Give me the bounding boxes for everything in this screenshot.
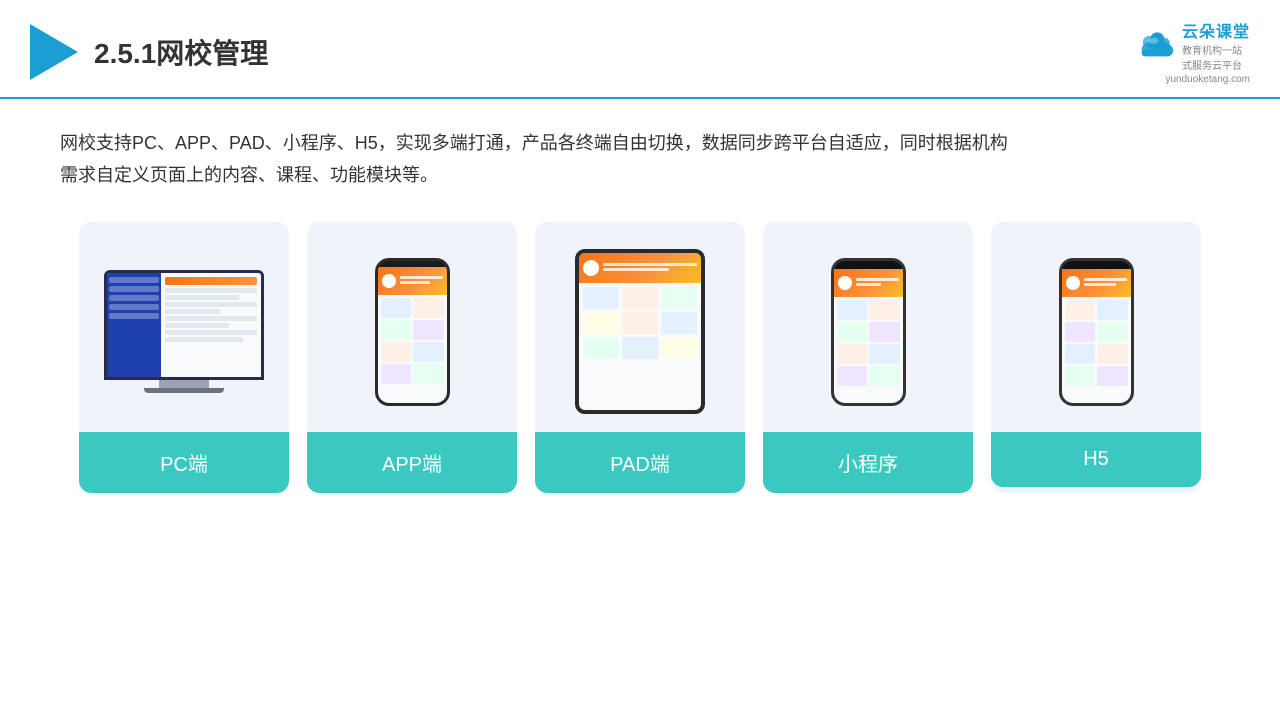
page-title: 2.5.1网校管理 bbox=[94, 32, 268, 72]
card-pad: PAD端 bbox=[535, 222, 745, 493]
card-miniapp-label: 小程序 bbox=[763, 432, 973, 493]
cards-container: PC端 bbox=[60, 222, 1220, 493]
card-app-image bbox=[307, 222, 517, 432]
card-h5-label: H5 bbox=[991, 432, 1201, 487]
logo-icon bbox=[30, 24, 78, 80]
brand-tagline: 教育机构一站式服务云平台 bbox=[1182, 42, 1242, 72]
header: 2.5.1网校管理 云朵课堂 教育机构一站式服务云平台 yunduoketang… bbox=[0, 0, 1280, 99]
card-app: APP端 bbox=[307, 222, 517, 493]
card-app-label: APP端 bbox=[307, 432, 517, 493]
main-content: 网校支持PC、APP、PAD、小程序、H5，实现多端打通，产品各终端自由切换，数… bbox=[0, 99, 1280, 513]
header-left: 2.5.1网校管理 bbox=[30, 24, 268, 80]
card-h5: H5 bbox=[991, 222, 1201, 493]
card-pad-label: PAD端 bbox=[535, 432, 745, 493]
card-h5-image bbox=[991, 222, 1201, 432]
card-miniapp-image bbox=[763, 222, 973, 432]
brand-name: 云朵课堂 bbox=[1182, 18, 1250, 42]
card-miniapp: 小程序 bbox=[763, 222, 973, 493]
description: 网校支持PC、APP、PAD、小程序、H5，实现多端打通，产品各终端自由切换，数… bbox=[60, 127, 1220, 192]
card-pc: PC端 bbox=[79, 222, 289, 493]
cloud-icon bbox=[1138, 32, 1174, 58]
card-pc-label: PC端 bbox=[79, 432, 289, 493]
brand-url: yunduoketang.com bbox=[1165, 74, 1250, 85]
brand-logo: 云朵课堂 教育机构一站式服务云平台 yunduoketang.com bbox=[1138, 18, 1250, 85]
card-pc-image bbox=[79, 222, 289, 432]
card-pad-image bbox=[535, 222, 745, 432]
